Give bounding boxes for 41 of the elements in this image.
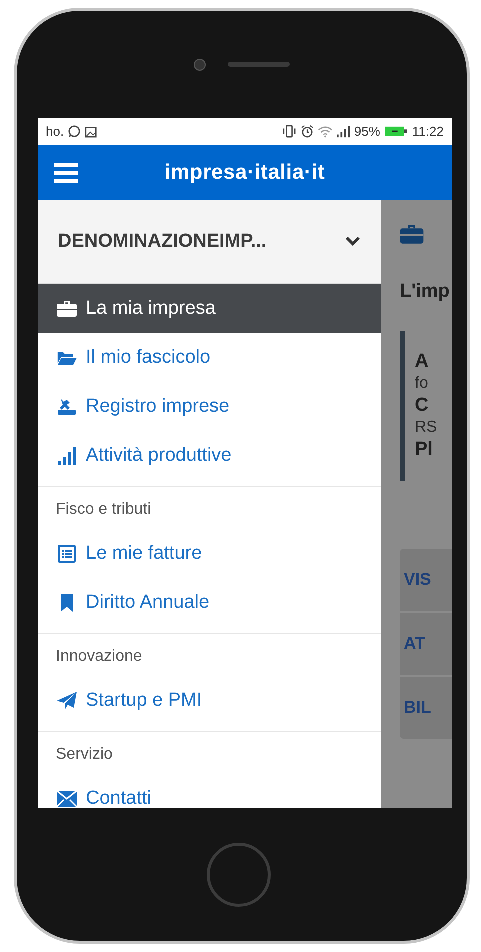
menu-button[interactable] <box>54 162 78 182</box>
chevron-down-icon <box>345 236 361 247</box>
image-icon <box>85 125 98 138</box>
menu-item[interactable]: Registro imprese <box>38 382 381 431</box>
paper-plane-icon <box>57 692 77 710</box>
battery-percent: 95% <box>354 124 380 139</box>
wifi-icon <box>318 126 334 138</box>
signal-bars-icon <box>57 446 77 464</box>
briefcase-icon <box>400 224 424 245</box>
chat-icon <box>68 125 82 138</box>
section-title: Fisco e tributi <box>55 500 152 520</box>
menu-item[interactable]: Attività produttive <box>38 431 381 480</box>
card-title: A <box>415 351 430 373</box>
briefcase-icon <box>57 300 77 318</box>
camera-icon <box>194 58 206 70</box>
clock-time: 11:22 <box>412 124 444 139</box>
speaker-grille <box>228 62 290 67</box>
page-heading: L'imp <box>400 281 450 303</box>
menu-item[interactable]: Le mie fatture <box>38 529 381 578</box>
list-icon <box>57 544 77 562</box>
alarm-icon <box>301 125 314 138</box>
battery-icon <box>384 126 408 137</box>
card-text: fo <box>415 375 430 393</box>
signal-icon <box>337 126 350 138</box>
menu-item[interactable]: Diritto Annuale <box>38 578 381 627</box>
menu-item[interactable]: Il mio fascicolo <box>38 333 381 382</box>
menu-item[interactable]: La mia impresa <box>38 284 381 333</box>
card-title: C <box>415 395 430 417</box>
menu-item[interactable]: Contatti <box>38 774 381 808</box>
site-logo: impresa·italia·it <box>164 160 326 184</box>
vibrate-icon <box>282 125 298 138</box>
menu-icon <box>54 162 78 182</box>
company-selector[interactable]: DENOMINAZIONEIMP... <box>38 200 381 284</box>
card-title: Pl <box>415 439 434 461</box>
card-text: RS <box>415 419 438 437</box>
company-name: DENOMINAZIONEIMP... <box>58 230 267 252</box>
carrier-text: ho. <box>46 124 64 139</box>
stamp-icon <box>57 398 77 416</box>
section-title: Innovazione <box>55 647 144 667</box>
menu-item[interactable]: Startup e PMI <box>38 676 381 725</box>
section-title: Servizio <box>55 745 114 765</box>
